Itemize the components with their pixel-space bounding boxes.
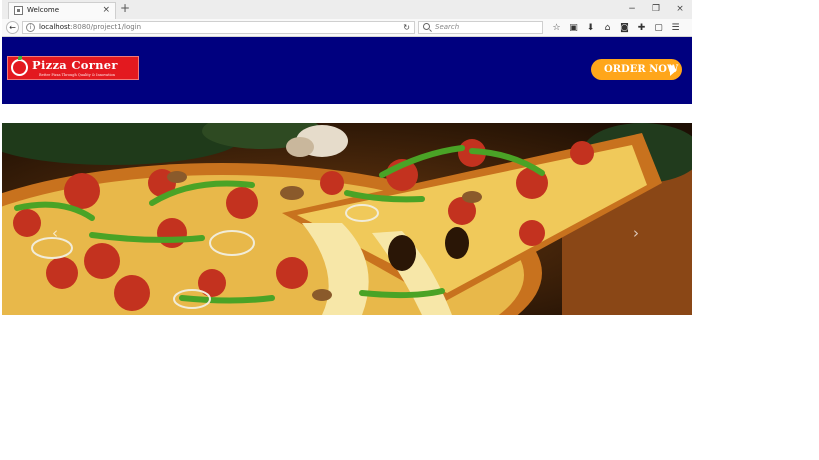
toolbar-icons: ☆ ▣ ⬇ ⌂ ◙ ✚ ▢ ☰ xyxy=(548,21,684,35)
url-text: localhost:8080/project1/login xyxy=(39,23,141,31)
close-window-button[interactable]: × xyxy=(668,0,692,19)
tab-welcome[interactable]: Welcome × xyxy=(8,2,116,19)
browser-window: Welcome × + − ❐ × ← i localhost:8080/pro… xyxy=(2,0,692,316)
reload-icon[interactable]: ↻ xyxy=(403,22,410,33)
tab-title: Welcome xyxy=(27,6,60,14)
new-tab-button[interactable]: + xyxy=(120,1,130,16)
window-controls: − ❐ × xyxy=(620,0,692,19)
pizza-corner-logo[interactable]: Pizza Corner Better Pizza Through Qualit… xyxy=(7,56,139,80)
pizza-hero-image xyxy=(2,123,692,315)
url-host: localhost xyxy=(39,23,71,31)
close-tab-icon[interactable]: × xyxy=(102,4,110,16)
url-path: :8080/project1/login xyxy=(70,23,142,31)
title-bar: Welcome × + − ❐ × xyxy=(2,0,692,19)
carousel-prev-icon[interactable]: ‹ xyxy=(52,226,58,241)
tomato-logo-icon xyxy=(11,56,28,76)
info-icon[interactable]: i xyxy=(26,23,35,32)
address-bar[interactable]: i localhost:8080/project1/login ↻ xyxy=(22,21,415,34)
search-placeholder: Search xyxy=(435,23,460,31)
search-input[interactable]: Search xyxy=(418,21,543,34)
restore-button[interactable]: ❐ xyxy=(644,0,668,19)
order-now-label: ORDER NOW xyxy=(604,64,679,75)
logo-tagline: Better Pizza Through Quality & Innovatio… xyxy=(39,73,116,77)
star-icon[interactable]: ☆ xyxy=(548,21,565,35)
screenshot-icon[interactable]: ▢ xyxy=(650,21,667,35)
menu-icon[interactable]: ☰ xyxy=(667,21,684,35)
download-icon[interactable]: ⬇ xyxy=(582,21,599,35)
favicon-icon xyxy=(14,6,23,15)
back-button[interactable]: ← xyxy=(6,21,19,34)
hero-carousel: ‹ › xyxy=(2,123,692,315)
pocket-icon[interactable]: ◙ xyxy=(616,21,633,35)
home-icon[interactable]: ⌂ xyxy=(599,21,616,35)
extension-icon[interactable]: ✚ xyxy=(633,21,650,35)
site-header: Pizza Corner Better Pizza Through Qualit… xyxy=(2,37,692,104)
arrow-right-icon xyxy=(670,64,677,76)
minimize-button[interactable]: − xyxy=(620,0,644,19)
logo-name: Pizza Corner xyxy=(32,58,118,72)
carousel-next-icon[interactable]: › xyxy=(633,226,639,241)
navigation-bar: ← i localhost:8080/project1/login ↻ Sear… xyxy=(2,19,692,37)
order-now-button[interactable]: ORDER NOW xyxy=(591,59,682,80)
search-icon xyxy=(423,23,430,30)
reading-list-icon[interactable]: ▣ xyxy=(565,21,582,35)
